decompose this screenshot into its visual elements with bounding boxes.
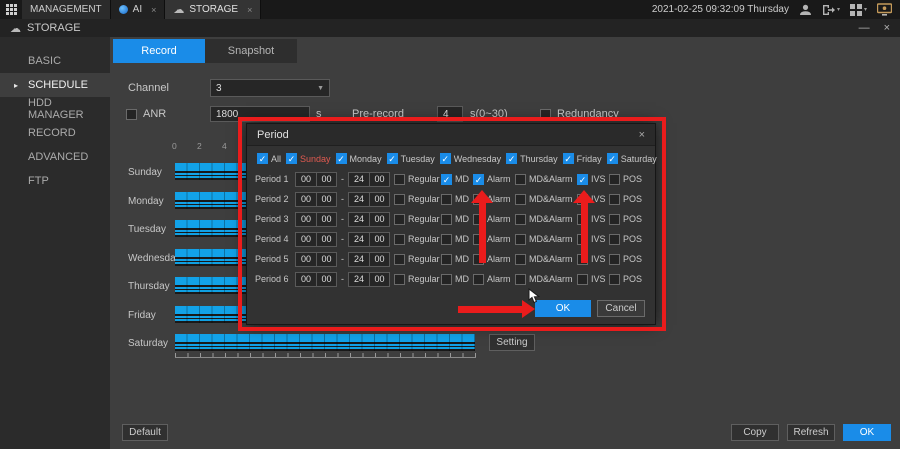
ok-button-main[interactable]: OK bbox=[843, 424, 891, 441]
tab-storage[interactable]: ☁ STORAGE × bbox=[165, 0, 261, 19]
copy-button-label: Copy bbox=[743, 427, 766, 438]
day-label-friday: Friday bbox=[128, 310, 156, 321]
tab-storage-label: STORAGE bbox=[189, 4, 238, 15]
tab-management-label: MANAGEMENT bbox=[30, 4, 102, 15]
window-title: STORAGE bbox=[27, 22, 81, 34]
monitor-camera-icon bbox=[877, 3, 892, 16]
day-label-thursday: Thursday bbox=[128, 281, 170, 292]
tab-ai[interactable]: AI × bbox=[111, 0, 166, 19]
default-button[interactable]: Default bbox=[122, 424, 168, 441]
storage-sidebar: BASIC ▸ SCHEDULE HDD MANAGER RECORD ADVAN… bbox=[0, 37, 110, 449]
tab-record-label: Record bbox=[141, 45, 176, 57]
channel-select[interactable]: 3 ▼ bbox=[210, 79, 330, 97]
window-close-icon[interactable]: × bbox=[884, 22, 890, 34]
apps-caret-icon: ▾ bbox=[864, 6, 867, 13]
refresh-button-label: Refresh bbox=[793, 427, 828, 438]
anr-checkbox[interactable] bbox=[126, 109, 137, 120]
annotation-arrow-ok bbox=[458, 300, 535, 318]
main-menu-button[interactable] bbox=[0, 0, 22, 19]
timeline-bottom-ruler bbox=[175, 353, 476, 358]
tab-ai-label: AI bbox=[133, 4, 142, 15]
anr-input-value: 1800 bbox=[216, 109, 238, 120]
sidebar-item-ftp[interactable]: FTP bbox=[0, 169, 110, 193]
tab-snapshot-label: Snapshot bbox=[228, 45, 274, 57]
sidebar-item-record[interactable]: RECORD bbox=[0, 121, 110, 145]
annotation-arrow-ivs bbox=[573, 190, 595, 263]
annotation-highlight-rectangle bbox=[238, 117, 666, 331]
refresh-button[interactable]: Refresh bbox=[787, 424, 835, 441]
display-output-button[interactable] bbox=[877, 3, 892, 16]
ok-button-label: OK bbox=[860, 427, 874, 438]
sidebar-item-basic[interactable]: BASIC bbox=[0, 49, 110, 73]
logout-button[interactable]: ▾ bbox=[822, 4, 840, 16]
topbar-right-cluster: 2021-02-25 09:32:09 Thursday ▾ ▾ bbox=[652, 0, 900, 19]
sidebar-item-label: BASIC bbox=[28, 55, 61, 67]
sidebar-item-label: FTP bbox=[28, 175, 49, 187]
sidebar-item-label: RECORD bbox=[28, 127, 76, 139]
tab-ai-close-icon[interactable]: × bbox=[151, 5, 156, 15]
active-item-arrow-icon: ▸ bbox=[14, 81, 18, 90]
day-label-tuesday: Tuesday bbox=[128, 224, 166, 235]
apps-grid-icon bbox=[850, 4, 862, 16]
window-minimize-icon[interactable]: — bbox=[859, 22, 870, 34]
sidebar-item-hdd-manager[interactable]: HDD MANAGER bbox=[0, 97, 110, 121]
annotation-arrow-alarm bbox=[471, 190, 493, 263]
schedule-bar-saturday[interactable] bbox=[175, 334, 475, 351]
day-label-wednesday: Wednesday bbox=[128, 253, 181, 264]
copy-button[interactable]: Copy bbox=[731, 424, 779, 441]
sidebar-item-advanced[interactable]: ADVANCED bbox=[0, 145, 110, 169]
default-button-label: Default bbox=[129, 427, 161, 438]
window-cloud-icon: ☁ bbox=[10, 22, 21, 35]
tab-storage-close-icon[interactable]: × bbox=[247, 5, 252, 15]
grid-menu-icon bbox=[6, 4, 17, 15]
user-icon bbox=[799, 4, 812, 16]
time-tick: 2 bbox=[197, 141, 202, 151]
logout-icon bbox=[822, 4, 835, 16]
storage-cloud-icon: ☁ bbox=[173, 3, 184, 16]
mouse-cursor bbox=[528, 288, 542, 309]
channel-select-value: 3 bbox=[216, 83, 222, 94]
setting-button-label: Setting bbox=[496, 337, 527, 348]
channel-label: Channel bbox=[128, 82, 169, 94]
sidebar-item-label: ADVANCED bbox=[28, 151, 88, 163]
ai-app-icon bbox=[119, 5, 128, 14]
day-label-monday: Monday bbox=[128, 196, 164, 207]
tab-record[interactable]: Record bbox=[113, 39, 205, 63]
storage-window-bar: ☁ STORAGE — × bbox=[0, 19, 900, 37]
sidebar-item-schedule[interactable]: ▸ SCHEDULE bbox=[0, 73, 110, 97]
time-tick: 4 bbox=[222, 141, 227, 151]
nvr-management-screen: MANAGEMENT AI × ☁ STORAGE × 2021-02-25 0… bbox=[0, 0, 900, 449]
logout-caret-icon: ▾ bbox=[837, 6, 840, 13]
time-tick: 0 bbox=[172, 141, 177, 151]
tab-snapshot[interactable]: Snapshot bbox=[205, 39, 297, 63]
sidebar-item-label: SCHEDULE bbox=[28, 79, 88, 91]
anr-label: ANR bbox=[143, 108, 166, 120]
system-datetime: 2021-02-25 09:32:09 Thursday bbox=[652, 4, 789, 15]
apps-grid-button[interactable]: ▾ bbox=[850, 4, 867, 16]
sidebar-item-label: HDD MANAGER bbox=[28, 97, 110, 121]
user-account-button[interactable] bbox=[799, 4, 812, 16]
top-tab-bar: MANAGEMENT AI × ☁ STORAGE × 2021-02-25 0… bbox=[0, 0, 900, 19]
day-label-saturday: Saturday bbox=[128, 338, 168, 349]
chevron-down-icon: ▼ bbox=[317, 85, 324, 92]
day-label-sunday: Sunday bbox=[128, 167, 162, 178]
tab-management[interactable]: MANAGEMENT bbox=[22, 0, 111, 19]
setting-button-saturday[interactable]: Setting bbox=[489, 334, 535, 351]
